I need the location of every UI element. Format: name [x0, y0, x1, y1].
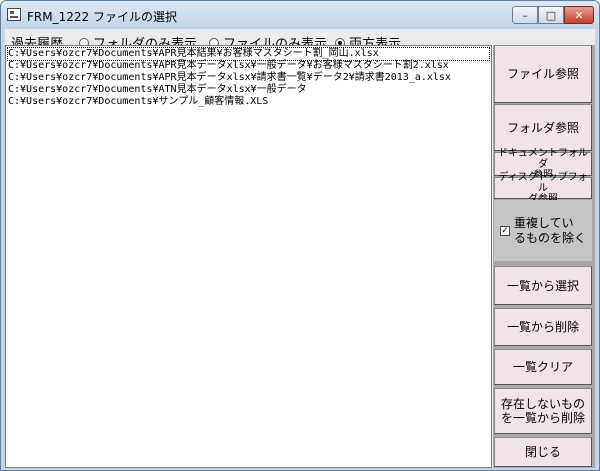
list-item[interactable]: C:¥Users¥ozcr7¥Documents¥ATN見本データxlsx¥一般… [8, 84, 489, 96]
delete-from-list-button[interactable]: 一覧から削除 [494, 308, 592, 346]
exclude-duplicates-checkbox[interactable]: ✓ 重複してい るものを除く [494, 200, 592, 261]
form-icon [7, 8, 21, 21]
browse-folder-button[interactable]: フォルダ参照 [494, 104, 592, 151]
client-area: 過去履歴 フォルダのみ表示 ファイルのみ表示 両方表示 C:¥Users¥ozc… [5, 29, 595, 468]
title-bar[interactable]: FRM_1222 ファイルの選択 – □ ✕ [1, 1, 599, 29]
clear-list-button[interactable]: 一覧クリア [494, 349, 592, 385]
list-item[interactable]: C:¥Users¥ozcr7¥Documents¥APR見本結果¥お客様マスタシ… [7, 47, 490, 61]
exclude-duplicates-label: 重複してい るものを除く [514, 215, 587, 245]
list-item[interactable]: C:¥Users¥ozcr7¥Documents¥APR見本データxlsx¥一般… [8, 60, 489, 72]
maximize-icon: □ [545, 8, 557, 22]
maximize-button[interactable]: □ [538, 6, 564, 24]
list-item[interactable]: C:¥Users¥ozcr7¥Documents¥APR見本データxlsx¥請求… [8, 72, 489, 84]
close-icon: ✕ [574, 8, 584, 22]
history-listbox[interactable]: C:¥Users¥ozcr7¥Documents¥APR見本結果¥お客様マスタシ… [5, 45, 492, 468]
close-button[interactable]: 閉じる [494, 437, 592, 467]
checkbox-checked-icon: ✓ [500, 225, 510, 236]
window-title: FRM_1222 ファイルの選択 [27, 10, 177, 24]
minimize-button[interactable]: – [512, 6, 538, 24]
minimize-icon: – [522, 8, 528, 22]
close-window-button[interactable]: ✕ [564, 6, 594, 24]
remove-missing-button[interactable]: 存在しないもの を一覧から削除 [494, 388, 592, 434]
file-select-window: FRM_1222 ファイルの選択 – □ ✕ 過去履歴 フォルダのみ表示 ファイ… [0, 0, 600, 471]
select-from-list-button[interactable]: 一覧から選択 [494, 266, 592, 305]
browse-desktop-button[interactable]: ディスクトップフォル ダ参照 [494, 172, 592, 205]
browse-file-button[interactable]: ファイル参照 [494, 45, 592, 103]
list-item[interactable]: C:¥Users¥ozcr7¥Documents¥サンプル_顧客情報.XLS [8, 96, 489, 108]
action-panel: ファイル参照 フォルダ参照 ドキュメントフォルダ 参照 ディスクトップフォル ダ… [493, 45, 595, 468]
